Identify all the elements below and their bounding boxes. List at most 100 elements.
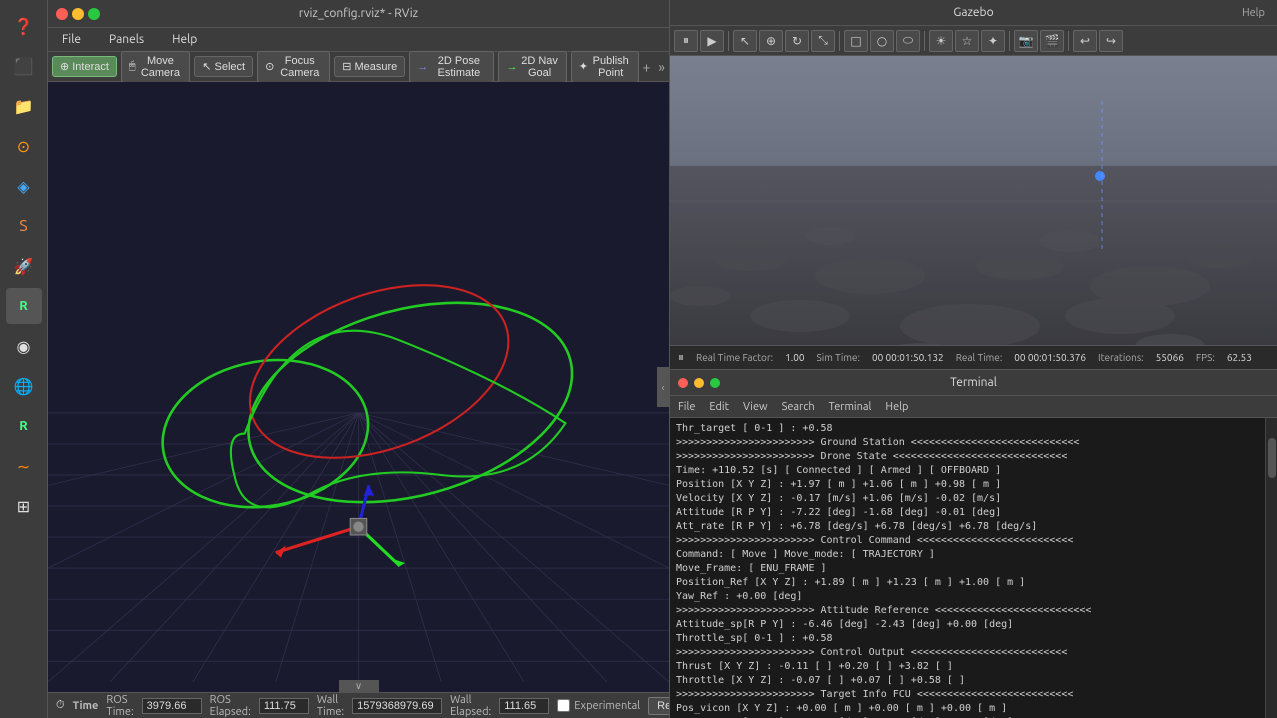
gazebo-help[interactable]: Help: [1242, 7, 1265, 19]
gazebo-viewport[interactable]: [670, 56, 1277, 345]
sidebar-icon-grid[interactable]: ⊞: [6, 488, 42, 524]
terminal-title-bar: Terminal: [670, 370, 1277, 396]
terminal-line: >>>>>>>>>>>>>>>>>>>>>>> Ground Station <…: [676, 436, 1259, 450]
gaz-light-point-btn[interactable]: ✦: [981, 30, 1005, 52]
minimize-button[interactable]: [72, 8, 84, 20]
sidebar-icon-launch[interactable]: 🚀: [6, 248, 42, 284]
terminal-line: Attitude [R P Y] : -7.22 [deg] -1.68 [de…: [676, 506, 1259, 520]
gaz-cube-btn[interactable]: □: [844, 30, 868, 52]
menu-file[interactable]: File: [56, 31, 87, 48]
ros-time-input[interactable]: [142, 698, 202, 714]
gaz-rotate-btn[interactable]: ↻: [785, 30, 809, 52]
pose-estimate-button[interactable]: → 2D Pose Estimate: [409, 51, 494, 83]
term-menu-view[interactable]: View: [743, 401, 768, 413]
rviz-viewport[interactable]: ‹ ∨: [48, 82, 669, 692]
sidebar-icon-terminal[interactable]: ⬛: [6, 48, 42, 84]
sidebar-icon-question[interactable]: ❓: [6, 8, 42, 44]
select-button[interactable]: ↖ Select: [194, 56, 253, 77]
pause-icon: ⏸: [678, 351, 684, 365]
terminal-line: Yaw_Ref : +0.00 [deg]: [676, 590, 1259, 604]
gaz-scale-btn[interactable]: ⤡: [811, 30, 835, 52]
sim-time-label: Sim Time:: [817, 352, 860, 363]
sidebar: ❓ ⬛ 📁 ⊙ ◈ S 🚀 R ◉ 🌐 R ∼ ⊞: [0, 0, 48, 718]
measure-button[interactable]: ⊟ Measure: [334, 56, 405, 77]
gazebo-sim-bar: ⏸ Real Time Factor: 1.00 Sim Time: 00 00…: [670, 345, 1277, 369]
gaz-sep-1: [728, 31, 729, 51]
term-max-dot[interactable]: [710, 378, 720, 388]
scrollbar-thumb[interactable]: [1268, 438, 1276, 478]
sidebar-icon-folder[interactable]: 📁: [6, 88, 42, 124]
term-menu-search[interactable]: Search: [782, 401, 815, 413]
gaz-video-btn[interactable]: 🎬: [1040, 30, 1064, 52]
left-collapse-handle[interactable]: ‹: [657, 367, 669, 407]
gaz-step-btn[interactable]: ▶: [700, 30, 724, 52]
gaz-sphere-btn[interactable]: ○: [870, 30, 894, 52]
fps-value-gazebo: 62.53: [1227, 352, 1252, 363]
nav-goal-button[interactable]: → 2D Nav Goal: [498, 51, 566, 83]
gaz-pause-btn[interactable]: ⏸: [674, 30, 698, 52]
terminal-line: >>>>>>>>>>>>>>>>>>>>>>> Control Command …: [676, 534, 1259, 548]
terminal-scrollbar[interactable]: [1265, 418, 1277, 718]
gaz-undo-btn[interactable]: ↩: [1073, 30, 1097, 52]
ros-elapsed-input[interactable]: [259, 698, 309, 714]
term-menu-help[interactable]: Help: [885, 401, 908, 413]
term-menu-edit[interactable]: Edit: [709, 401, 729, 413]
wall-elapsed-input[interactable]: [499, 698, 549, 714]
term-close-dot[interactable]: [678, 378, 688, 388]
move-camera-icon: 🖱: [129, 60, 136, 73]
term-menu-file[interactable]: File: [678, 401, 695, 413]
realtime-factor-value: 1.00: [785, 352, 804, 363]
terminal-section: Terminal File Edit View Search Terminal …: [670, 370, 1277, 718]
gazebo-title: Gazebo: [953, 6, 993, 19]
sidebar-icon-rviz[interactable]: R: [6, 288, 42, 324]
sidebar-icon-chrome[interactable]: ⊙: [6, 128, 42, 164]
terminal-menu-bar: File Edit View Search Terminal Help: [670, 396, 1277, 418]
close-button[interactable]: [56, 8, 68, 20]
pose-estimate-icon: →: [417, 61, 428, 73]
gazebo-ground-svg: [670, 56, 1277, 345]
terminal-line: Pos_vicon [X Y Z] : +0.00 [ m ] +0.00 [ …: [676, 702, 1259, 716]
rviz-toolbar: ⊕ Interact 🖱 Move Camera ↖ Select ⊙ Focu…: [48, 52, 669, 82]
reset-button[interactable]: Reset: [648, 697, 669, 715]
move-camera-button[interactable]: 🖱 Move Camera: [121, 51, 190, 83]
right-panel: Gazebo Help ⏸ ▶ ↖ ⊕ ↻ ⤡ □ ○ ⬭ ☀ ☆ ✦ 📷 🎬 …: [669, 0, 1277, 718]
bottom-collapse-handle[interactable]: ∨: [339, 680, 379, 692]
experimental-checkbox[interactable]: [557, 699, 570, 712]
sidebar-icon-qgc[interactable]: ◉: [6, 328, 42, 364]
gaz-camera-btn[interactable]: 📷: [1014, 30, 1038, 52]
gaz-light-spot-btn[interactable]: ☆: [955, 30, 979, 52]
terminal-line: Throttle_sp[ 0-1 ] : +0.58: [676, 632, 1259, 646]
toolbar-expand-icon[interactable]: +: [643, 59, 651, 75]
gaz-redo-btn[interactable]: ↪: [1099, 30, 1123, 52]
toolbar-more-icon[interactable]: »: [658, 59, 665, 75]
terminal-line: >>>>>>>>>>>>>>>>>>>>>>> Attitude Referen…: [676, 604, 1259, 618]
term-min-dot[interactable]: [694, 378, 704, 388]
menu-help[interactable]: Help: [166, 31, 203, 48]
sidebar-icon-matlab[interactable]: ∼: [6, 448, 42, 484]
nav-goal-icon: →: [506, 61, 517, 73]
terminal-line: Command: [ Move ] Move_mode: [ TRAJECTOR…: [676, 548, 1259, 562]
window-title: rviz_config.rviz* - RViz: [299, 7, 418, 20]
maximize-button[interactable]: [88, 8, 100, 20]
sidebar-icon-sublime[interactable]: S: [6, 208, 42, 244]
term-menu-terminal[interactable]: Terminal: [829, 401, 872, 413]
terminal-content[interactable]: Thr_target [ 0-1 ] : +0.58>>>>>>>>>>>>>>…: [670, 418, 1265, 718]
sidebar-icon-globe[interactable]: 🌐: [6, 368, 42, 404]
wall-time-label: Wall Time:: [317, 694, 344, 718]
gaz-translate-btn[interactable]: ⊕: [759, 30, 783, 52]
gazebo-toolbar: ⏸ ▶ ↖ ⊕ ↻ ⤡ □ ○ ⬭ ☀ ☆ ✦ 📷 🎬 ↩ ↪: [670, 26, 1277, 56]
focus-camera-button[interactable]: ⊙ Focus Camera: [257, 51, 330, 83]
menu-panels[interactable]: Panels: [103, 31, 150, 48]
time-section-icon: ⏱: [56, 699, 65, 712]
terminal-line: Attitude_sp[R P Y] : -6.46 [deg] -2.43 […: [676, 618, 1259, 632]
sidebar-icon-rviz2[interactable]: R: [6, 408, 42, 444]
sidebar-icon-vscode[interactable]: ◈: [6, 168, 42, 204]
gaz-select-btn[interactable]: ↖: [733, 30, 757, 52]
terminal-line: Position [X Y Z] : +1.97 [ m ] +1.06 [ m…: [676, 478, 1259, 492]
gaz-light-sun-btn[interactable]: ☀: [929, 30, 953, 52]
gaz-cylinder-btn[interactable]: ⬭: [896, 30, 920, 52]
wall-time-input[interactable]: [352, 698, 442, 714]
publish-point-button[interactable]: ✦ Publish Point: [571, 51, 639, 83]
interact-button[interactable]: ⊕ Interact: [52, 56, 117, 77]
terminal-line: >>>>>>>>>>>>>>>>>>>>>>> Control Output <…: [676, 646, 1259, 660]
